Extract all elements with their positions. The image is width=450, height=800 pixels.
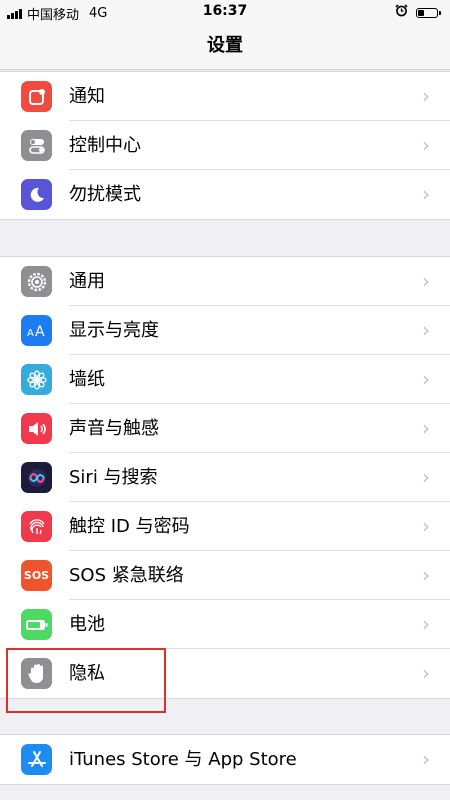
settings-row-label: 勿扰模式: [69, 184, 141, 205]
app-store-icon: [21, 744, 52, 775]
flower-icon: [21, 364, 52, 395]
chevron-right-icon: ›: [422, 416, 430, 440]
settings-row[interactable]: 控制中心 ›: [0, 121, 450, 170]
settings-row-label: 通知: [69, 86, 105, 107]
settings-row[interactable]: Siri 与搜索 ›: [0, 453, 450, 502]
siri-icon: [21, 462, 52, 493]
svg-text:A: A: [27, 328, 34, 339]
chevron-right-icon: ›: [422, 747, 430, 771]
settings-row-label: 电池: [69, 614, 105, 635]
moon-icon: [21, 179, 52, 210]
settings-row-label: iTunes Store 与 App Store: [69, 749, 297, 770]
chevron-right-icon: ›: [422, 612, 430, 636]
alarm-clock-icon: [395, 4, 408, 21]
settings-row[interactable]: iTunes Store 与 App Store ›: [0, 735, 450, 784]
settings-row-label: 声音与触感: [69, 418, 159, 439]
battery-icon: [21, 609, 52, 640]
settings-group-1: 通知 › 控制中心 › 勿扰模式 ›: [0, 71, 450, 220]
sos-icon: SOS: [21, 560, 52, 591]
settings-group-3: iTunes Store 与 App Store ›: [0, 734, 450, 785]
battery-icon: [416, 7, 441, 18]
settings-row-label: 显示与亮度: [69, 320, 159, 341]
settings-row[interactable]: 电池 ›: [0, 600, 450, 649]
annotation-box: [6, 648, 166, 713]
settings-row-label: 通用: [69, 271, 105, 292]
settings-row[interactable]: 墙纸 ›: [0, 355, 450, 404]
chevron-right-icon: ›: [422, 182, 430, 206]
settings-row[interactable]: SOS SOS 紧急联络 ›: [0, 551, 450, 600]
settings-row-label: 控制中心: [69, 135, 141, 156]
settings-row-label: SOS 紧急联络: [69, 565, 184, 586]
chevron-right-icon: ›: [422, 84, 430, 108]
settings-row-label: Siri 与搜索: [69, 467, 158, 488]
settings-row[interactable]: A A 显示与亮度 ›: [0, 306, 450, 355]
settings-group-2: 通用 › A A 显示与亮度 › 墙纸 › 声音与触感 › Siri 与搜索 › 触控 ID 与密码 › S…: [0, 256, 450, 699]
toggles-icon: [21, 130, 52, 161]
gear-icon: [21, 266, 52, 297]
settings-row-label: 墙纸: [69, 369, 105, 390]
settings-row[interactable]: 通用 ›: [0, 257, 450, 306]
speaker-icon: [21, 413, 52, 444]
sos-icon-text: SOS: [23, 569, 50, 582]
svg-text:A: A: [35, 324, 45, 340]
chevron-right-icon: ›: [422, 661, 430, 685]
chevron-right-icon: ›: [422, 269, 430, 293]
chevron-right-icon: ›: [422, 133, 430, 157]
notification-icon: [21, 81, 52, 112]
nav-title: 设置: [0, 24, 450, 70]
settings-row[interactable]: 通知 ›: [0, 72, 450, 121]
settings-row[interactable]: 声音与触感 ›: [0, 404, 450, 453]
chevron-right-icon: ›: [422, 563, 430, 587]
chevron-right-icon: ›: [422, 465, 430, 489]
status-right: [395, 4, 441, 21]
fingerprint-icon: [21, 511, 52, 542]
settings-row-label: 触控 ID 与密码: [69, 516, 190, 537]
text-size-icon: AA: [21, 315, 52, 346]
status-bar: 中国移动 4G 16:37: [0, 0, 450, 24]
chevron-right-icon: ›: [422, 514, 430, 538]
settings-row[interactable]: 勿扰模式 ›: [0, 170, 450, 219]
status-time: 16:37: [202, 3, 248, 19]
chevron-right-icon: ›: [422, 367, 430, 391]
settings-row[interactable]: 触控 ID 与密码 ›: [0, 502, 450, 551]
chevron-right-icon: ›: [422, 318, 430, 342]
